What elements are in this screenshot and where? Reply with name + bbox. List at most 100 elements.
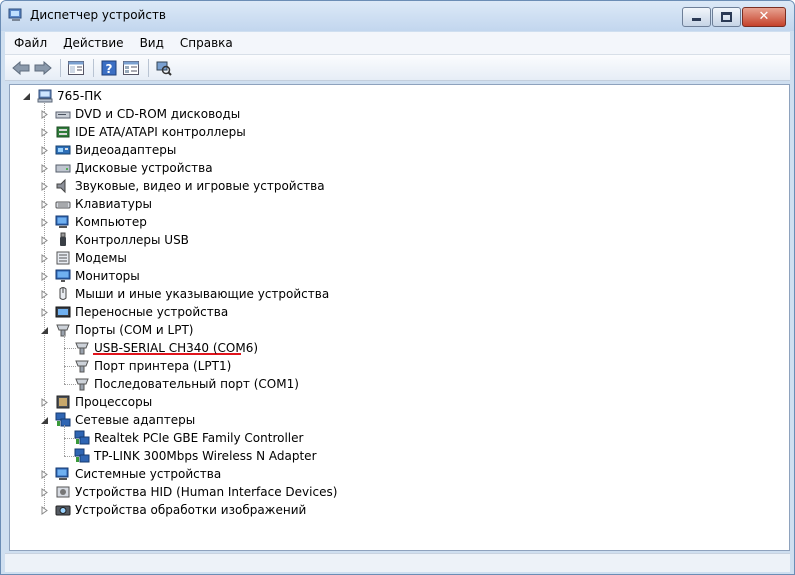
tree-item-label: Мониторы [75, 269, 140, 283]
toolbar-separator [60, 58, 61, 77]
network-adapter-icon [74, 448, 90, 463]
tree-category[interactable]: Устройства HID (Human Interface Devices) [40, 483, 337, 501]
tree-category[interactable]: Мыши и иные указывающие устройства [40, 285, 329, 303]
tree-item-label: Сетевые адаптеры [75, 413, 196, 427]
network-adapter-icon [74, 430, 90, 445]
tree-category[interactable]: DVD и CD-ROM дисководы [40, 105, 240, 123]
tree-item-label: Модемы [75, 251, 127, 265]
expand-arrow-icon[interactable] [40, 469, 49, 479]
toolbar-separator [148, 58, 149, 77]
tree-device[interactable]: Порт принтера (LPT1) [74, 357, 231, 375]
disk-drive-icon [55, 164, 71, 173]
tree-connector-line [64, 425, 65, 456]
tree-category[interactable]: IDE ATA/ATAPI контроллеры [40, 123, 246, 141]
imaging-device-icon [55, 505, 71, 516]
tree-category[interactable]: Звуковые, видео и игровые устройства [40, 177, 325, 195]
tree-category[interactable]: Процессоры [40, 393, 152, 411]
expand-arrow-icon[interactable] [40, 289, 49, 299]
usb-icon [60, 232, 66, 246]
expand-arrow-icon[interactable] [40, 109, 49, 119]
expand-arrow-icon[interactable] [40, 145, 49, 155]
forward-button[interactable] [33, 58, 53, 78]
tree-item-label: 765-ПК [57, 89, 102, 103]
tree-item-label: Компьютер [75, 215, 147, 229]
collapse-arrow-icon[interactable] [40, 416, 49, 425]
menu-view[interactable]: Вид [133, 33, 171, 53]
expand-arrow-icon[interactable] [40, 217, 49, 227]
device-manager-window: Диспетчер устройств Файл Действие Вид Сп… [0, 0, 795, 575]
menu-action[interactable]: Действие [56, 33, 130, 53]
tree-category[interactable]: Модемы [40, 249, 127, 267]
dvd-drive-icon [55, 111, 71, 119]
expand-arrow-icon[interactable] [40, 505, 49, 515]
scan-hardware-icon [156, 61, 172, 76]
back-icon [12, 60, 30, 75]
expand-arrow-icon[interactable] [40, 181, 49, 191]
display-adapter-icon [55, 145, 71, 155]
expand-arrow-icon[interactable] [40, 487, 49, 497]
tree-item-label: Устройства HID (Human Interface Devices) [75, 485, 338, 499]
port-icon [75, 360, 89, 373]
system-device-icon [55, 467, 69, 480]
title-bar[interactable]: Диспетчер устройств [1, 1, 794, 31]
tree-category[interactable]: Видеоадаптеры [40, 141, 176, 159]
tree-category[interactable]: Устройства обработки изображений [40, 501, 306, 519]
tree-device[interactable]: USB-SERIAL CH340 (COM6) [74, 339, 258, 357]
device-tree[interactable]: 765-ПК DVD и CD-ROM дисководы IDE ATA/ATAP… [9, 84, 790, 551]
hid-icon [56, 486, 70, 498]
tree-item-label: Порты (COM и LPT) [75, 323, 194, 337]
expand-arrow-icon[interactable] [40, 253, 49, 263]
tree-category[interactable]: Дисковые устройства [40, 159, 213, 177]
tree-device[interactable]: Realtek PCIe GBE Family Controller [74, 429, 303, 447]
expand-arrow-icon[interactable] [40, 271, 49, 281]
toolbar: ? [5, 55, 790, 81]
tree-root[interactable]: 765-ПК [22, 87, 102, 105]
caption-buttons [681, 7, 786, 27]
expand-arrow-icon[interactable] [40, 199, 49, 209]
tree-device[interactable]: TP-LINK 300Mbps Wireless N Adapter [74, 447, 317, 465]
menu-file[interactable]: Файл [7, 33, 54, 53]
portable-device-icon [55, 306, 71, 318]
keyboard-icon [55, 201, 71, 209]
tree-item-label: USB-SERIAL CH340 (COM6) [94, 341, 259, 355]
properties-icon [123, 60, 139, 75]
back-button[interactable] [11, 58, 31, 78]
tree-item-label: Процессоры [75, 395, 153, 409]
tree-device[interactable]: Последовательный порт (COM1) [74, 375, 299, 393]
tree-item-label: Устройства обработки изображений [75, 503, 307, 517]
tree-category[interactable]: Клавиатуры [40, 195, 152, 213]
tree-category[interactable]: Переносные устройства [40, 303, 228, 321]
tree-item-label: Мыши и иные указывающие устройства [75, 287, 330, 301]
collapse-arrow-icon[interactable] [22, 92, 31, 101]
maximize-button[interactable] [712, 7, 741, 27]
tree-category[interactable]: Контроллеры USB [40, 231, 189, 249]
expand-arrow-icon[interactable] [40, 163, 49, 173]
tree-category[interactable]: Компьютер [40, 213, 147, 231]
ide-controller-icon [56, 126, 70, 138]
tree-item-label: Realtek PCIe GBE Family Controller [94, 431, 304, 445]
tree-item-label: DVD и CD-ROM дисководы [75, 107, 241, 121]
tree-item-label: Дисковые устройства [75, 161, 213, 175]
help-icon: ? [101, 60, 117, 76]
show-hide-tree-button[interactable] [66, 58, 86, 78]
properties-button[interactable] [121, 58, 141, 78]
tree-item-label: TP-LINK 300Mbps Wireless N Adapter [94, 449, 317, 463]
mouse-icon [59, 287, 67, 300]
tree-connector-line [64, 335, 65, 384]
expand-arrow-icon[interactable] [40, 127, 49, 137]
window-title: Диспетчер устройств [30, 8, 167, 22]
svg-text:?: ? [106, 62, 113, 76]
tree-category[interactable]: Мониторы [40, 267, 140, 285]
help-button[interactable]: ? [99, 58, 119, 78]
menu-help[interactable]: Справка [173, 33, 240, 53]
expand-arrow-icon[interactable] [40, 397, 49, 407]
close-button[interactable] [742, 7, 786, 27]
expand-arrow-icon[interactable] [40, 307, 49, 317]
scan-hardware-button[interactable] [154, 58, 174, 78]
collapse-arrow-icon[interactable] [40, 326, 49, 335]
tree-category[interactable]: Системные устройства [40, 465, 221, 483]
port-icon [56, 324, 70, 337]
expand-arrow-icon[interactable] [40, 235, 49, 245]
tree-item-label: Последовательный порт (COM1) [94, 377, 299, 391]
minimize-button[interactable] [682, 7, 711, 27]
